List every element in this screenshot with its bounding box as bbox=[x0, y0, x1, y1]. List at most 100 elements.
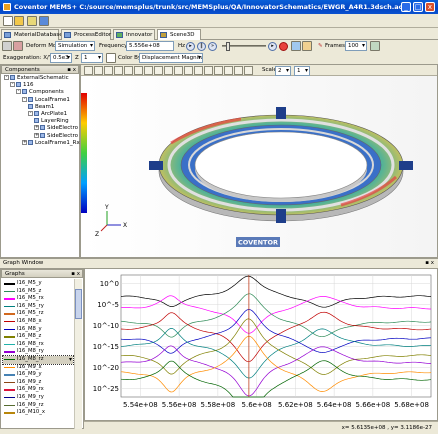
color-by-select[interactable]: Displacement Magnitude bbox=[139, 53, 203, 63]
fast-forward-icon[interactable]: » bbox=[208, 41, 217, 51]
scale-b-select[interactable]: 1 bbox=[294, 66, 310, 76]
graphs-list: I16_M5_y I16_M5_z I16_M5_rx I16_M5_ry I16_M5… bbox=[2, 280, 74, 417]
component-icon bbox=[10, 75, 15, 80]
fit-view-icon[interactable] bbox=[124, 66, 133, 75]
iso-view-icon[interactable] bbox=[164, 66, 173, 75]
play-icon[interactable]: ▸ bbox=[186, 41, 195, 51]
y-tick-label: 10^0 bbox=[100, 280, 119, 288]
tree-expander-icon[interactable]: + bbox=[34, 125, 39, 131]
graph-list-item[interactable]: I16_M5_ry bbox=[3, 303, 73, 311]
component-icon bbox=[28, 103, 33, 109]
graphs-scrollbar[interactable] bbox=[74, 279, 82, 429]
graph-list-item[interactable]: I16_M9_z bbox=[3, 379, 73, 387]
scale-a-select[interactable]: 2 bbox=[275, 66, 291, 76]
frames-icon: ✎ bbox=[318, 43, 323, 49]
graph-list-item[interactable]: I16_M8_y bbox=[3, 326, 73, 334]
tree-expander-icon[interactable]: - bbox=[28, 111, 33, 117]
minimize-button[interactable]: _ bbox=[401, 2, 411, 12]
grid-icon[interactable] bbox=[184, 66, 193, 75]
frequency-input[interactable]: 5.556e+08 bbox=[126, 41, 174, 51]
graph-list-item[interactable]: I16_M8_z bbox=[3, 333, 73, 341]
exaggeration-xy-select[interactable]: 0.5e3 bbox=[50, 53, 72, 63]
tree-item[interactable]: - LocalFrame1 bbox=[2, 96, 78, 104]
select-icon[interactable] bbox=[234, 66, 243, 75]
scene3d-canvas[interactable]: X Y Z COVENTOR bbox=[81, 65, 437, 257]
colorbar-icon[interactable] bbox=[106, 53, 116, 63]
graph-list-item[interactable]: I16_M8_x bbox=[3, 318, 73, 326]
side-view-icon[interactable] bbox=[154, 66, 163, 75]
graph-list-item-label: I16_M5_z bbox=[17, 287, 42, 294]
response-plot[interactable]: 5.54e+08 5.56e+08 5.58e+08 5.6e+08 5.62e+08 5… bbox=[85, 269, 437, 420]
tree-item[interactable]: - Components bbox=[2, 89, 78, 96]
tab-material-database[interactable]: MaterialDatabase bbox=[1, 29, 63, 40]
y-tick-label: 10^-10 bbox=[93, 322, 119, 330]
tree-item[interactable]: - ExternalSchematic bbox=[2, 75, 78, 82]
tree-item[interactable]: + SideElectro bbox=[2, 125, 78, 132]
tab-scene3d[interactable]: Scene3D bbox=[157, 29, 201, 40]
open-folder-icon[interactable] bbox=[14, 16, 24, 26]
graph-list-item[interactable]: I16_M8_rz bbox=[2, 354, 74, 365]
graph-list-item[interactable]: I16_M8_rx bbox=[3, 341, 73, 349]
render-icon[interactable] bbox=[244, 66, 253, 75]
frames-select[interactable]: 100 bbox=[345, 41, 367, 51]
graphs-panel-close-icon[interactable]: ▪ x bbox=[71, 270, 80, 278]
graph-list-item[interactable]: I16_M10_x bbox=[3, 409, 73, 417]
graph-list-item[interactable]: I16_M9_rz bbox=[3, 402, 73, 410]
step-icon[interactable]: ▸ bbox=[268, 41, 277, 51]
graph-list-item[interactable]: I16_M5_z bbox=[3, 288, 73, 296]
front-view-icon[interactable] bbox=[134, 66, 143, 75]
graph-window-close-icon[interactable]: ▪ x bbox=[425, 259, 434, 268]
zoom-box-icon[interactable] bbox=[114, 66, 123, 75]
graph-list-item[interactable]: I16_M5_rz bbox=[3, 310, 73, 318]
tree-expander-icon[interactable]: + bbox=[34, 132, 39, 138]
tree-item[interactable]: Beam1 bbox=[2, 103, 78, 111]
rotate-icon[interactable] bbox=[84, 66, 93, 75]
plot-area[interactable]: 5.54e+08 5.56e+08 5.58e+08 5.6e+08 5.62e+08 5… bbox=[84, 268, 438, 421]
tree-expander-icon[interactable]: - bbox=[22, 96, 27, 102]
tree-item[interactable]: - ArcPlate1 bbox=[2, 111, 78, 118]
component-icon bbox=[34, 118, 39, 124]
axes-icon[interactable] bbox=[214, 66, 223, 75]
pause-icon[interactable]: ‖ bbox=[197, 41, 206, 51]
camera-icon[interactable] bbox=[302, 41, 312, 51]
graph-list-item[interactable]: I16_M8_ry bbox=[3, 348, 73, 356]
graphs-scrollbar-thumb[interactable] bbox=[75, 289, 82, 319]
record-icon[interactable] bbox=[279, 41, 288, 51]
graph-list-item[interactable]: I16_M5_y bbox=[3, 280, 73, 288]
help-icon[interactable] bbox=[39, 16, 49, 26]
tree-item[interactable]: + LocalFrame1_Rx bbox=[2, 139, 80, 147]
zoom-icon[interactable] bbox=[104, 66, 113, 75]
tree-expander-icon[interactable]: + bbox=[22, 139, 27, 145]
key-icon[interactable] bbox=[27, 16, 37, 26]
top-view-icon[interactable] bbox=[144, 66, 153, 75]
graph-list-item[interactable]: I16_M5_rx bbox=[3, 295, 73, 303]
export-icon[interactable] bbox=[370, 41, 380, 51]
deform-mode-select[interactable]: Simulation bbox=[55, 41, 95, 51]
tree-expander-icon[interactable]: - bbox=[4, 75, 9, 80]
pan-icon[interactable] bbox=[94, 66, 103, 75]
scene3d-viewport[interactable]: X Y Z COVENTOR bbox=[80, 64, 438, 258]
tab-process-editor[interactable]: ProcessEditor bbox=[61, 29, 111, 40]
new-file-icon[interactable] bbox=[3, 16, 13, 26]
graph-list-item[interactable]: I16_M9_ry bbox=[3, 394, 73, 402]
tree-expander-icon[interactable]: - bbox=[10, 82, 15, 88]
graph-list-item[interactable]: I16_M9_x bbox=[3, 364, 73, 372]
tree-item[interactable]: - 116 bbox=[2, 82, 78, 89]
tree-expander-icon[interactable]: - bbox=[16, 89, 21, 95]
fit-icon[interactable] bbox=[13, 41, 23, 51]
exaggeration-z-select[interactable]: 1 bbox=[81, 53, 103, 63]
movie-icon[interactable] bbox=[291, 41, 301, 51]
graph-list-item[interactable]: I16_M9_y bbox=[3, 371, 73, 379]
tab-innovator[interactable]: Innovator bbox=[113, 29, 155, 40]
view-icon[interactable] bbox=[2, 41, 12, 51]
animation-slider-thumb[interactable] bbox=[226, 41, 230, 51]
maximize-button[interactable]: □ bbox=[413, 2, 423, 12]
tree-item[interactable]: + SideElectro bbox=[2, 132, 78, 140]
image-icon[interactable] bbox=[194, 66, 203, 75]
measure-icon[interactable] bbox=[224, 66, 233, 75]
graph-list-item[interactable]: I16_M9_rx bbox=[3, 386, 73, 394]
camera-icon[interactable] bbox=[204, 66, 213, 75]
panel-close-icon[interactable]: ▪ x bbox=[67, 66, 76, 74]
label-icon[interactable] bbox=[174, 66, 183, 75]
close-button[interactable]: x bbox=[425, 2, 435, 12]
